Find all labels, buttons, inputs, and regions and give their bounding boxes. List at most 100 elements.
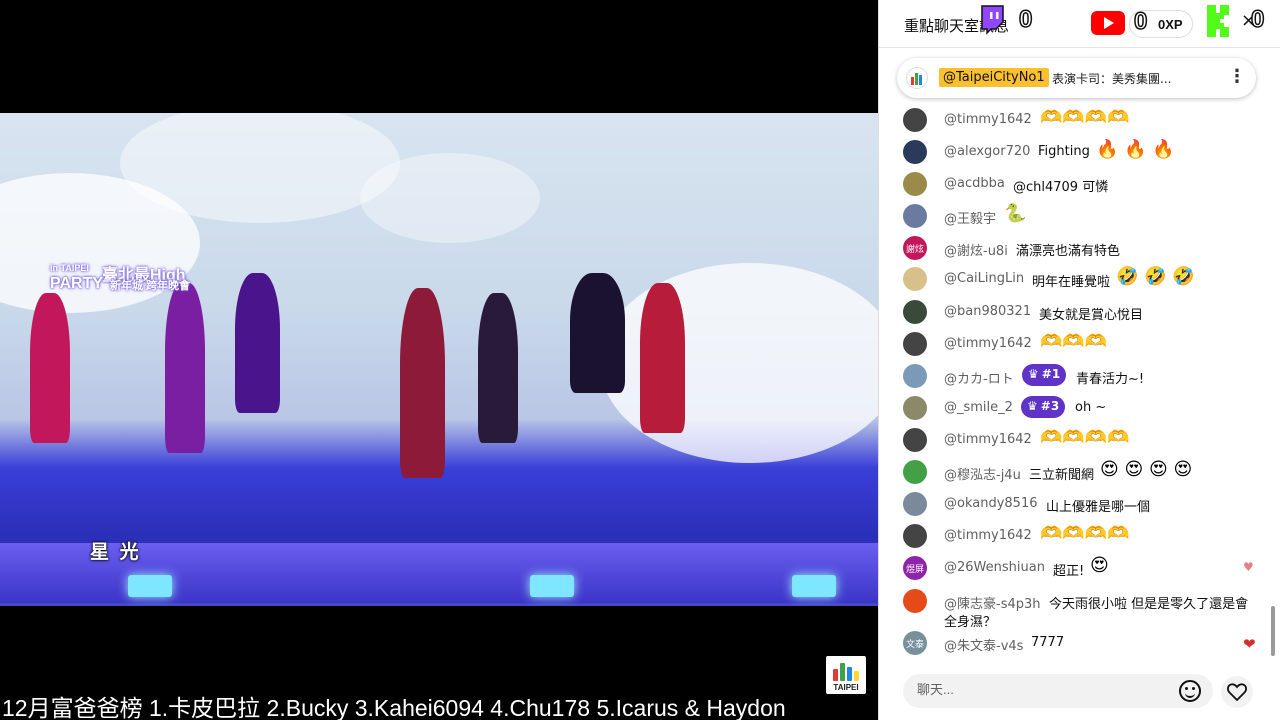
avatar[interactable] (903, 108, 927, 132)
rank-badge-label: #3 (1040, 399, 1060, 413)
chat-message[interactable]: @陳志豪-s4p3h 今天雨很小啦 但是是零久了還是會 全身濕？ (903, 589, 1263, 630)
chat-emoji: 🤣 🤣 🤣 (1116, 266, 1195, 287)
avatar[interactable] (903, 300, 927, 324)
chat-emoji: 🫶🫶🫶 (1040, 331, 1108, 352)
taipei-logo-text: TAIPEI (833, 683, 859, 692)
chat-author[interactable]: @王毅宇 (944, 208, 996, 227)
chat-message[interactable]: @timmy1642 🫶🫶🫶 (903, 331, 1263, 360)
stage-light (792, 575, 836, 597)
chat-input-container (903, 674, 1213, 708)
chat-author[interactable]: @謝炫-u8i (944, 240, 1008, 259)
avatar[interactable] (903, 396, 927, 420)
dancer-figure (640, 283, 685, 433)
avatar[interactable]: 文泰 (903, 631, 927, 655)
avatar[interactable] (903, 460, 927, 484)
youtube-icon (1091, 11, 1125, 35)
avatar[interactable] (903, 589, 927, 613)
rank-badge: ♛ #1 (1022, 364, 1067, 386)
song-caption: 星 光 (90, 541, 141, 563)
chat-message[interactable]: @acdbba @chl4709 可憐 (903, 172, 1263, 200)
heart-icon (1227, 683, 1247, 701)
chat-text: oh ~ (1075, 400, 1107, 415)
chat-author[interactable]: @timmy1642 (944, 432, 1032, 447)
video-frame[interactable]: in TAIPEI 臺北最High PARTY 新年城 跨年晚會 (0, 113, 878, 606)
chat-emoji: 🔥 🔥 🔥 (1096, 139, 1175, 160)
avatar[interactable] (903, 204, 927, 228)
avatar[interactable]: 煜屏 (903, 556, 927, 580)
avatar[interactable] (903, 364, 927, 388)
chat-author[interactable]: @CaiLingLin (944, 271, 1024, 286)
chat-emoji: 🫶🫶🫶🫶 (1040, 523, 1130, 544)
avatar[interactable]: 謝炫 (903, 236, 927, 260)
sponsor-ticker: 12月富爸爸榜 1.卡皮巴拉 2.Bucky 3.Kahei6094 4.Chu… (2, 695, 786, 720)
chat-text: @chl4709 可憐 (1013, 180, 1109, 195)
chat-author[interactable]: @ban980321 (944, 304, 1031, 319)
avatar[interactable] (903, 332, 927, 356)
chat-author[interactable]: @timmy1642 (944, 528, 1032, 543)
chat-author[interactable]: @timmy1642 (944, 336, 1032, 351)
crown-icon: ♛ (1028, 367, 1039, 381)
chat-emoji: 🫶🫶🫶🫶 (1040, 427, 1130, 448)
chat-message[interactable]: @穆泓志-j4u 三立新聞網 😍 😍 😍 😍 (903, 459, 1263, 488)
pinned-avatar (906, 67, 928, 89)
chat-message[interactable]: @王毅宇 🐍 (903, 203, 1263, 232)
chat-message[interactable]: @timmy1642 🫶🫶🫶🫶 (903, 427, 1263, 456)
avatar[interactable] (903, 140, 927, 164)
more-options-icon[interactable]: ⋮ (1228, 66, 1246, 87)
chat-message[interactable]: @ban980321 美女就是賞心悅目 (903, 300, 1263, 328)
chat-message[interactable]: 文泰 @朱文泰-v4s 7777 ❤ (903, 631, 1263, 659)
chat-text: 滿漂亮也滿有特色 (1016, 244, 1121, 259)
avatar[interactable] (903, 172, 927, 196)
chat-input[interactable] (917, 682, 1167, 697)
chat-author[interactable]: @カカ-ロト (944, 368, 1014, 387)
chat-message[interactable]: 煜屏 @26Wenshiuan 超正! 😍 ♥ (903, 555, 1263, 584)
kick-count: 0 (1250, 5, 1265, 34)
chat-author[interactable]: @陳志豪-s4p3h (944, 593, 1041, 612)
chat-message[interactable]: 謝炫 @謝炫-u8i 滿漂亮也滿有特色 (903, 236, 1263, 264)
chat-emoji: 🫶🫶🫶🫶 (1040, 107, 1130, 128)
chat-message[interactable]: @timmy1642 🫶🫶🫶🫶 (903, 107, 1263, 136)
chat-text: 7777 (1031, 635, 1065, 650)
chat-message[interactable]: @CaiLingLin 明年在睡覺啦 🤣 🤣 🤣 (903, 266, 1263, 295)
dancer-figure (30, 293, 70, 443)
avatar[interactable] (903, 492, 927, 516)
twitch-count: 0 (1018, 5, 1033, 34)
chat-message[interactable]: @_smile_2 ♛ #3 oh ~ (903, 396, 1263, 424)
chat-scrollbar[interactable] (1271, 606, 1275, 656)
taipei-logo-mark (833, 661, 859, 681)
chat-message[interactable]: @okandy8516 山上優雅是哪一個 (903, 492, 1263, 520)
chat-message[interactable]: @カカ-ロト ♛ #1 青春活力~! (903, 364, 1263, 392)
chat-author[interactable]: @okandy8516 (944, 496, 1038, 511)
chat-author[interactable]: @_smile_2 (944, 400, 1013, 415)
dancer-figure (570, 273, 625, 393)
dancer-figure (478, 293, 518, 443)
emoji-icon[interactable] (1179, 680, 1201, 702)
chat-author[interactable]: @26Wenshiuan (944, 560, 1045, 575)
pinned-message[interactable]: @TaipeiCityNo1 表演卡司：美秀集團... ⋮ (897, 58, 1256, 98)
pinned-author[interactable]: @TaipeiCityNo1 (939, 68, 1049, 87)
chat-text: 明年在睡覺啦 (1032, 275, 1111, 290)
stage-light (530, 575, 574, 597)
chat-author[interactable]: @alexgor720 (944, 144, 1030, 159)
chat-text: 今天雨很小啦 但是是零久了還是會 (1049, 597, 1249, 612)
avatar[interactable] (903, 428, 927, 452)
chat-text: 青春活力~! (1076, 372, 1145, 387)
heart-button[interactable] (1221, 676, 1253, 708)
chat-author[interactable]: @timmy1642 (944, 112, 1032, 127)
chat-author[interactable]: @穆泓志-j4u (944, 464, 1021, 483)
chat-text: 超正! (1053, 564, 1085, 579)
avatar[interactable] (903, 267, 927, 291)
chat-author[interactable]: @acdbba (944, 176, 1005, 191)
chat-header: 重點聊天室訊息 0 0 0XP × 0 (879, 0, 1280, 48)
chat-message[interactable]: @timmy1642 🫶🫶🫶🫶 (903, 523, 1263, 552)
video-player[interactable]: in TAIPEI 臺北最High PARTY 新年城 跨年晚會 星 光 TAI… (0, 0, 878, 720)
chat-text: Fighting (1038, 144, 1090, 159)
chat-author[interactable]: @朱文泰-v4s (944, 635, 1023, 654)
rank-badge: ♛ #3 (1021, 396, 1066, 418)
avatar[interactable] (903, 524, 927, 548)
chat-message[interactable]: @alexgor720 Fighting 🔥 🔥 🔥 (903, 139, 1263, 168)
chat-text: 山上優雅是哪一個 (1046, 500, 1151, 515)
xp-label: 0XP (1158, 17, 1183, 32)
chat-message-list[interactable]: @timmy1642 🫶🫶🫶🫶 @alexgor720 Fighting 🔥 🔥 🔥 @a… (879, 100, 1280, 660)
chat-emoji: 🐍 (1004, 203, 1027, 224)
